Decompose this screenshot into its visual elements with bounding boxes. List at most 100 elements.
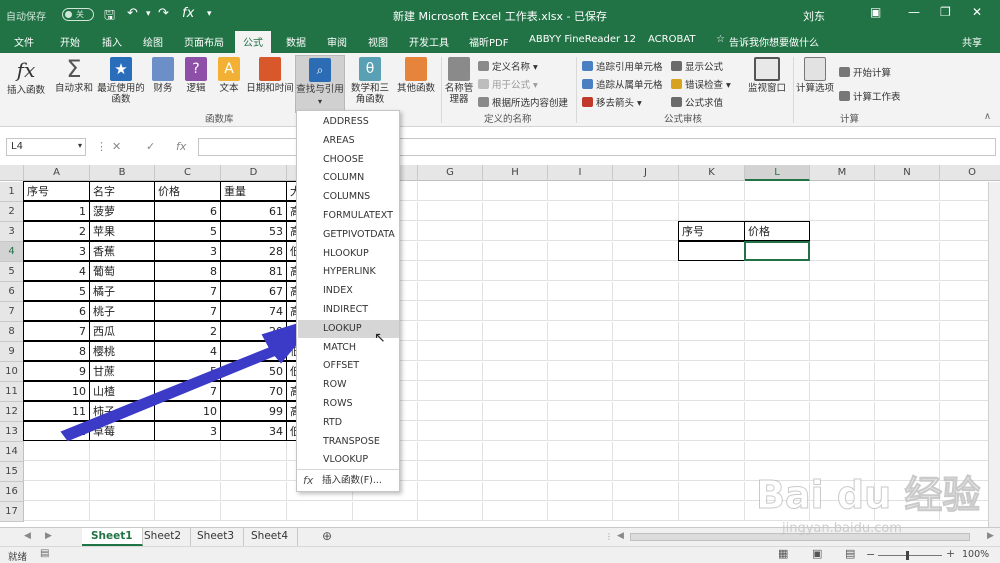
insert-function-icon[interactable]: fx	[176, 140, 186, 153]
table-data-cell[interactable]: 7	[154, 301, 221, 321]
cell[interactable]	[353, 502, 418, 521]
sheet-tab-3[interactable]: Sheet3	[188, 528, 245, 546]
table-header-cell[interactable]: 重量	[220, 181, 287, 201]
column-header-j[interactable]: J	[613, 165, 679, 181]
cell[interactable]	[483, 482, 548, 501]
trace-dependents-button[interactable]: 追踪从属单元格	[582, 77, 663, 91]
table-data-cell[interactable]: 74	[220, 301, 287, 321]
undo-icon[interactable]: ↶	[127, 6, 138, 21]
table-data-cell[interactable]: 7	[154, 281, 221, 301]
cell[interactable]	[810, 482, 875, 501]
cell[interactable]	[810, 502, 875, 521]
cell[interactable]	[679, 202, 745, 221]
cell[interactable]	[287, 502, 353, 521]
table-header-cell[interactable]: 序号	[23, 181, 90, 201]
cell[interactable]	[418, 462, 483, 481]
zoom-slider[interactable]	[878, 555, 942, 556]
table-data-cell[interactable]: 9	[23, 361, 90, 381]
cell[interactable]	[418, 342, 483, 361]
vertical-scrollbar[interactable]	[988, 182, 1000, 527]
menu-item-hyperlink[interactable]: HYPERLINK	[298, 263, 399, 281]
cell[interactable]	[613, 242, 679, 261]
cell[interactable]	[875, 382, 940, 401]
cell[interactable]	[221, 462, 287, 481]
cell[interactable]	[810, 302, 875, 321]
cancel-icon[interactable]: ✕	[112, 140, 121, 153]
row-header-11[interactable]: 11	[0, 382, 24, 402]
column-header-i[interactable]: I	[548, 165, 613, 181]
row-header-12[interactable]: 12	[0, 402, 24, 422]
cell[interactable]	[679, 362, 745, 381]
table-data-cell[interactable]: 山楂	[89, 381, 155, 401]
menu-item-choose[interactable]: CHOOSE	[298, 151, 399, 169]
table-data-cell[interactable]: 樱桃	[89, 341, 155, 361]
cell[interactable]	[613, 422, 679, 441]
insert-function-button[interactable]: fx 插入函数	[6, 57, 46, 97]
cell[interactable]	[483, 362, 548, 381]
customize-qa-icon[interactable]: ▾	[207, 9, 212, 19]
collapse-ribbon-icon[interactable]: ∧	[984, 111, 991, 122]
cell[interactable]	[613, 262, 679, 281]
table-data-cell[interactable]: 4	[154, 341, 221, 361]
cell[interactable]	[810, 462, 875, 481]
menu-item-row[interactable]: ROW	[298, 376, 399, 394]
column-header-g[interactable]: G	[418, 165, 483, 181]
table-data-cell[interactable]: 20	[220, 321, 287, 341]
cell[interactable]	[483, 222, 548, 241]
tab-foxit-pdf[interactable]: 福昕PDF	[469, 34, 508, 49]
menu-item-rows[interactable]: ROWS	[298, 395, 399, 413]
cell[interactable]	[613, 402, 679, 421]
text-button[interactable]: A 文本	[216, 57, 242, 95]
table-data-cell[interactable]: 桃子	[89, 301, 155, 321]
restore-icon[interactable]: ❐	[940, 5, 951, 19]
autosum-button[interactable]: Σ 自动求和	[54, 57, 94, 95]
cell[interactable]	[483, 302, 548, 321]
cell[interactable]	[418, 362, 483, 381]
tab-home[interactable]: 开始	[60, 34, 80, 49]
calculate-sheet-button[interactable]: 计算工作表	[839, 89, 901, 103]
page-break-view-icon[interactable]: ▤	[845, 547, 855, 560]
column-header-l[interactable]: L	[745, 165, 810, 181]
table-data-cell[interactable]: 3	[154, 421, 221, 441]
cell[interactable]	[24, 502, 90, 521]
row-header-17[interactable]: 17	[0, 502, 24, 522]
cell[interactable]	[613, 362, 679, 381]
more-functions-button[interactable]: 其他函数	[396, 57, 436, 95]
name-box[interactable]: L4 ▾	[6, 138, 86, 156]
table-data-cell[interactable]: 67	[220, 281, 287, 301]
cell[interactable]	[745, 342, 810, 361]
cell[interactable]	[875, 242, 940, 261]
column-header-b[interactable]: B	[90, 165, 155, 181]
cell[interactable]	[745, 462, 810, 481]
table-data-cell[interactable]: 6	[23, 301, 90, 321]
table-data-cell[interactable]: 1	[23, 201, 90, 221]
cell[interactable]	[679, 322, 745, 341]
page-layout-view-icon[interactable]: ▣	[812, 547, 822, 560]
cell[interactable]	[613, 442, 679, 461]
cell[interactable]	[483, 402, 548, 421]
menu-item-offset[interactable]: OFFSET	[298, 357, 399, 375]
tab-developer[interactable]: 开发工具	[409, 34, 449, 49]
table-data-cell[interactable]: 11	[23, 401, 90, 421]
cell[interactable]	[548, 482, 613, 501]
datetime-button[interactable]: 日期和时间	[246, 57, 294, 95]
cell[interactable]	[548, 182, 613, 201]
remove-arrows-button[interactable]: 移去箭头 ▾	[582, 95, 642, 109]
row-header-7[interactable]: 7	[0, 302, 24, 322]
cell[interactable]	[24, 462, 90, 481]
cell[interactable]	[418, 202, 483, 221]
name-box-dropdown-icon[interactable]: ▾	[78, 141, 82, 150]
cell[interactable]	[613, 302, 679, 321]
table-data-cell[interactable]: 61	[220, 201, 287, 221]
cell[interactable]	[810, 182, 875, 201]
cell[interactable]	[483, 202, 548, 221]
cell[interactable]	[613, 382, 679, 401]
table-data-cell[interactable]: 甘蔗	[89, 361, 155, 381]
tab-review[interactable]: 审阅	[327, 34, 347, 49]
cell[interactable]	[548, 282, 613, 301]
column-header-h[interactable]: H	[483, 165, 548, 181]
cell[interactable]	[875, 422, 940, 441]
add-sheet-icon[interactable]: ⊕	[322, 529, 332, 543]
row-header-8[interactable]: 8	[0, 322, 24, 342]
cell[interactable]	[418, 482, 483, 501]
